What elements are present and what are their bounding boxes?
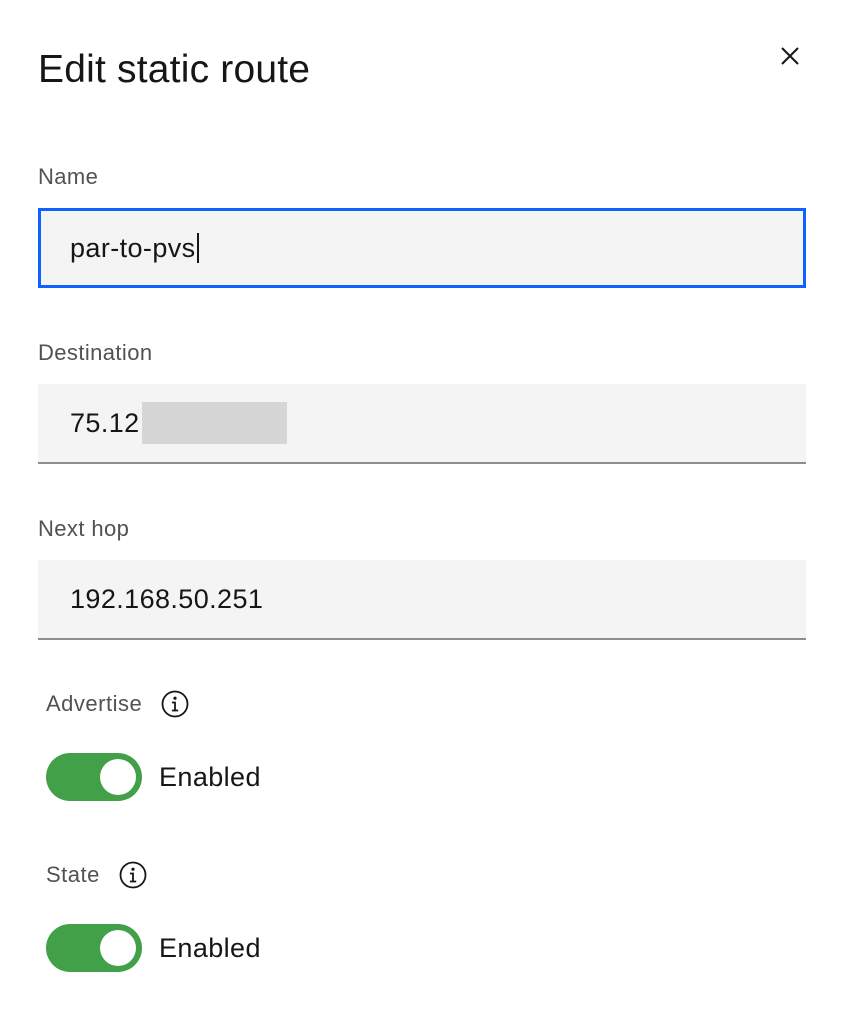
advertise-toggle[interactable] bbox=[46, 753, 142, 801]
advertise-toggle-row: Enabled bbox=[46, 753, 261, 801]
info-icon[interactable] bbox=[118, 860, 148, 890]
toggle-knob bbox=[100, 930, 136, 966]
next-hop-input[interactable]: 192.168.50.251 bbox=[38, 560, 806, 640]
next-hop-value: 192.168.50.251 bbox=[70, 583, 264, 614]
advertise-label-row: Advertise bbox=[46, 689, 190, 719]
state-label-row: State bbox=[46, 860, 148, 890]
redacted-block bbox=[141, 402, 287, 444]
close-button[interactable] bbox=[772, 38, 808, 74]
text-cursor bbox=[196, 233, 199, 263]
advertise-label: Advertise bbox=[46, 691, 143, 716]
name-value: par-to-pvs bbox=[70, 232, 196, 263]
modal-title: Edit static route bbox=[38, 48, 311, 91]
edit-static-route-modal: Edit static route Name par-to-pvs Destin… bbox=[0, 0, 858, 1022]
state-toggle[interactable] bbox=[46, 924, 142, 972]
state-toggle-row: Enabled bbox=[46, 924, 261, 972]
close-icon bbox=[779, 45, 801, 67]
name-input[interactable]: par-to-pvs bbox=[38, 208, 806, 288]
info-icon[interactable] bbox=[160, 689, 190, 719]
destination-value: 75.12 bbox=[70, 407, 140, 438]
state-state-text: Enabled bbox=[159, 932, 261, 963]
next-hop-label: Next hop bbox=[38, 516, 130, 541]
name-label: Name bbox=[38, 164, 99, 189]
destination-input[interactable]: 75.12 bbox=[38, 384, 806, 464]
state-label: State bbox=[46, 862, 100, 887]
destination-label: Destination bbox=[38, 340, 153, 365]
advertise-state-text: Enabled bbox=[159, 761, 261, 792]
toggle-knob bbox=[100, 759, 136, 795]
